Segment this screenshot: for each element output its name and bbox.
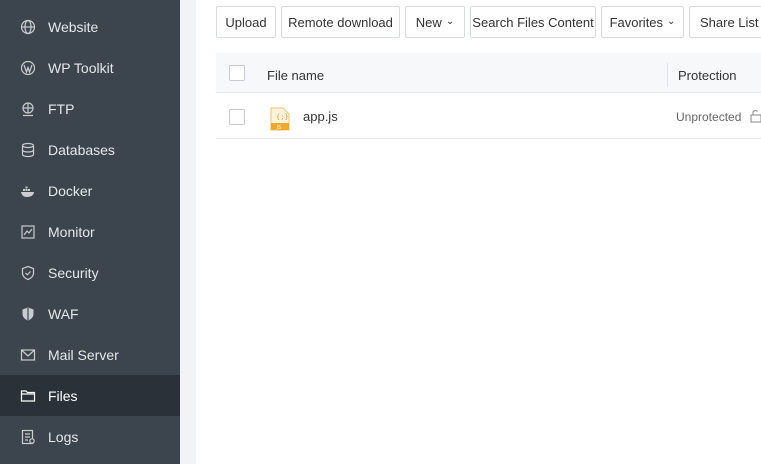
chevron-down-icon: ⌄	[445, 15, 455, 27]
globe-icon	[20, 19, 36, 35]
row-select-checkbox[interactable]	[229, 109, 245, 125]
protection-column-header[interactable]: Protection	[678, 68, 737, 83]
sidebar-item-label: Databases	[48, 141, 115, 158]
search-files-content-button[interactable]: Search Files Content	[470, 6, 596, 38]
js-file-icon: {;} JS	[270, 107, 290, 131]
wordpress-icon	[20, 60, 36, 76]
sidebar: Website WP Toolkit FTP Databases Docker …	[0, 0, 180, 464]
sidebar-item-label: Monitor	[48, 223, 95, 240]
sidebar-item-label: Logs	[48, 428, 79, 445]
logs-icon	[20, 429, 36, 445]
favorites-button-label: Favorites	[609, 14, 664, 30]
svg-text:JS: JS	[276, 125, 282, 131]
protection-status[interactable]: Unprotected	[676, 110, 741, 124]
new-button-label: New	[415, 14, 442, 30]
shield-icon	[20, 265, 36, 281]
svg-text:{;}: {;}	[276, 113, 289, 121]
sidebar-item-security[interactable]: Security	[0, 252, 180, 293]
select-all-checkbox[interactable]	[229, 65, 245, 81]
folder-icon	[20, 388, 36, 404]
waf-shield-icon	[20, 306, 36, 322]
new-dropdown-button[interactable]: New ⌄	[405, 6, 465, 38]
file-name-link[interactable]: app.js	[303, 109, 338, 124]
sidebar-item-docker[interactable]: Docker	[0, 170, 180, 211]
sidebar-item-label: Files	[48, 387, 78, 404]
sidebar-item-website[interactable]: Website	[0, 6, 180, 47]
database-icon	[20, 142, 36, 158]
share-list-button-label: Share List	[700, 14, 759, 30]
favorites-dropdown-button[interactable]: Favorites ⌄	[601, 6, 684, 38]
column-divider[interactable]	[667, 63, 668, 87]
sidebar-item-label: Mail Server	[48, 346, 119, 363]
sidebar-item-label: WP Toolkit	[48, 59, 114, 76]
sidebar-item-label: Docker	[48, 182, 93, 199]
sidebar-item-mail-server[interactable]: Mail Server	[0, 334, 180, 375]
share-list-button[interactable]: Share List	[689, 6, 761, 38]
ftp-icon	[20, 101, 36, 117]
upload-button-label: Upload	[225, 14, 267, 30]
mail-icon	[20, 347, 36, 363]
file-table-header: File name Protection	[216, 53, 761, 93]
chevron-down-icon: ⌄	[667, 15, 676, 27]
sidebar-item-wp-toolkit[interactable]: WP Toolkit	[0, 47, 180, 88]
table-row[interactable]: {;} JS app.js Unprotected	[216, 94, 761, 139]
sidebar-item-label: WAF	[48, 305, 79, 322]
sidebar-item-label: Website	[48, 18, 99, 35]
sidebar-item-files[interactable]: Files	[0, 375, 180, 416]
unlock-icon[interactable]	[750, 109, 761, 123]
file-manager-panel: Upload Remote download New ⌄ Search Files…	[196, 0, 761, 464]
search-files-content-label: Search Files Content	[472, 14, 594, 30]
upload-button[interactable]: Upload	[216, 6, 276, 38]
remote-download-button[interactable]: Remote download	[281, 6, 400, 38]
sidebar-item-logs[interactable]: Logs	[0, 416, 180, 457]
sidebar-item-databases[interactable]: Databases	[0, 129, 180, 170]
sidebar-item-monitor[interactable]: Monitor	[0, 211, 180, 252]
sidebar-item-label: FTP	[48, 100, 75, 117]
file-name-column-header[interactable]: File name	[267, 68, 324, 83]
sidebar-item-ftp[interactable]: FTP	[0, 88, 180, 129]
sidebar-item-label: Security	[48, 264, 99, 281]
docker-icon	[20, 183, 36, 199]
monitor-icon	[20, 224, 36, 240]
sidebar-item-waf[interactable]: WAF	[0, 293, 180, 334]
remote-download-button-label: Remote download	[288, 14, 393, 30]
file-toolbar: Upload Remote download New ⌄ Search Files…	[216, 6, 761, 38]
